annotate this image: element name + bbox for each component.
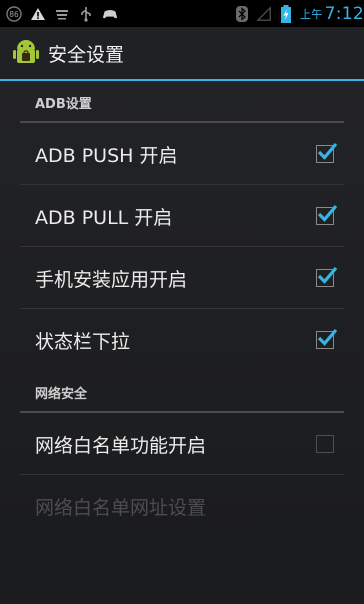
pref-network-whitelist[interactable]: 网络白名单功能开启 bbox=[0, 413, 364, 475]
checkbox-checked[interactable] bbox=[316, 328, 338, 349]
android-icon[interactable] bbox=[12, 39, 40, 67]
category-header-network: 网络安全 bbox=[0, 371, 364, 413]
category-header-adb: ADB设置 bbox=[0, 81, 364, 123]
bluetooth-icon bbox=[234, 5, 250, 22]
pref-label: ADB PULL 开启 bbox=[35, 206, 173, 229]
checkbox-checked[interactable] bbox=[316, 266, 338, 287]
status-bar: 86 上午 7:12 bbox=[0, 0, 364, 27]
pref-adb-pull[interactable]: ADB PULL 开启 bbox=[0, 185, 364, 247]
pref-label: 网络白名单功能开启 bbox=[35, 434, 207, 457]
checkmark-icon bbox=[317, 328, 338, 346]
preference-list: ADB设置 ADB PUSH 开启 ADB PULL 开启 手机安装应用开启 状… bbox=[0, 81, 364, 537]
action-bar: 安全设置 bbox=[0, 27, 364, 81]
battery-charging-icon bbox=[278, 4, 294, 23]
checkmark-icon bbox=[317, 142, 338, 160]
checkbox-checked[interactable] bbox=[316, 142, 338, 163]
pref-statusbar-pulldown[interactable]: 状态栏下拉 bbox=[0, 309, 364, 371]
pref-label: 状态栏下拉 bbox=[35, 330, 131, 353]
pref-whitelist-url-settings: 网络白名单网址设置 bbox=[0, 475, 364, 537]
pref-install-apps[interactable]: 手机安装应用开启 bbox=[0, 247, 364, 309]
signal-icon bbox=[256, 5, 272, 22]
usb-icon bbox=[78, 6, 94, 22]
status-clock: 上午 7:12 bbox=[300, 3, 364, 24]
checkmark-icon bbox=[317, 266, 338, 284]
checkbox-checked[interactable] bbox=[316, 204, 338, 225]
warning-icon bbox=[30, 6, 46, 22]
usb-icon bbox=[54, 6, 70, 22]
pref-label: 手机安装应用开启 bbox=[35, 268, 188, 291]
game-icon bbox=[102, 6, 118, 22]
checkmark-icon bbox=[317, 204, 338, 222]
badge-number: 86 bbox=[9, 10, 19, 19]
notification-badge-icon: 86 bbox=[6, 5, 22, 22]
page-title: 安全设置 bbox=[48, 43, 125, 66]
pref-label: 网络白名单网址设置 bbox=[35, 496, 207, 519]
pref-adb-push[interactable]: ADB PUSH 开启 bbox=[0, 123, 364, 185]
pref-label: ADB PUSH 开启 bbox=[35, 144, 178, 167]
checkbox-unchecked[interactable] bbox=[316, 435, 334, 453]
